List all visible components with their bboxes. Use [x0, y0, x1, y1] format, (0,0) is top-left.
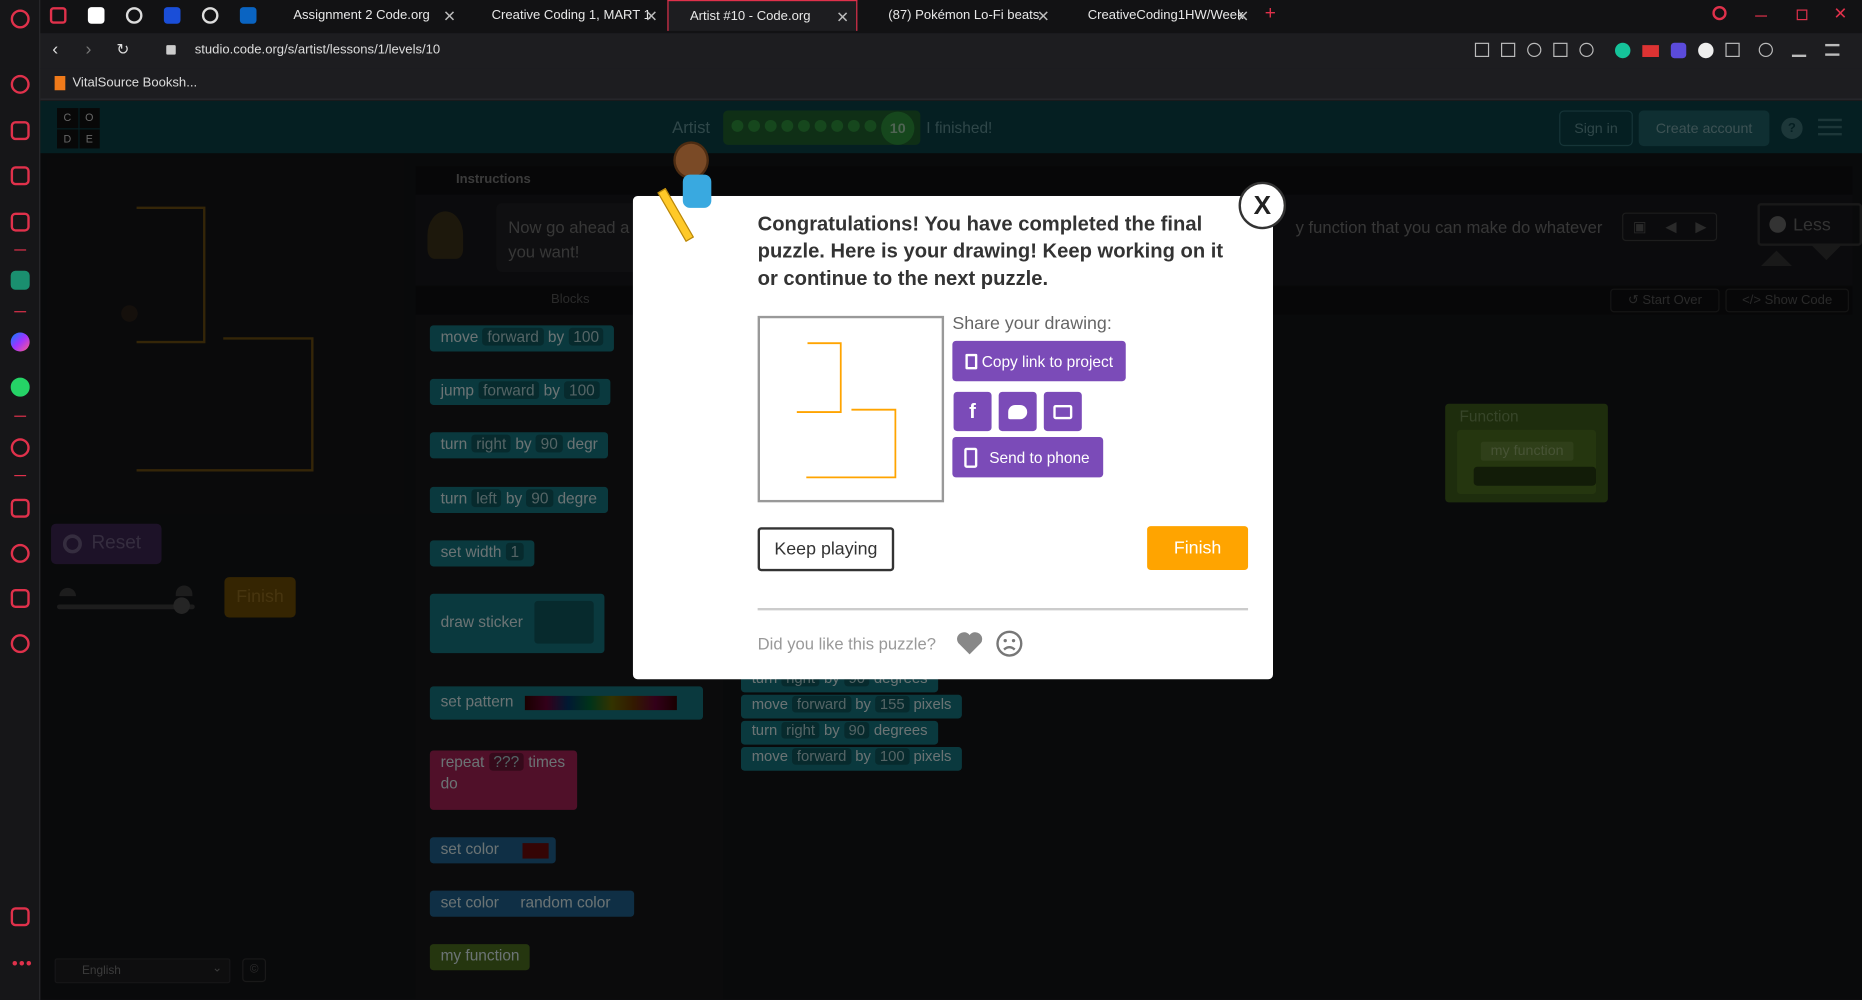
restore-button[interactable]	[1796, 9, 1808, 21]
send-to-phone-button[interactable]: Send to phone	[952, 437, 1104, 478]
print-icon	[1053, 404, 1073, 419]
history-icon[interactable]	[10, 543, 30, 563]
extensions-icon[interactable]	[10, 589, 30, 608]
tab-assignment[interactable]: Assignment 2 Code.org ✕	[273, 0, 463, 31]
extension-red-icon[interactable]	[1642, 45, 1659, 57]
preview-path	[806, 408, 897, 479]
sidebar-separator	[14, 249, 27, 251]
sidebar-separator	[14, 415, 27, 417]
facebook-icon: f	[969, 399, 976, 423]
chatgpt-icon[interactable]	[10, 270, 30, 290]
dialog-divider	[757, 608, 1249, 611]
congratulations-message: Congratulations! You have completed the …	[757, 212, 1224, 290]
url-field[interactable]: studio.code.org/s/artist/lessons/1/level…	[195, 43, 440, 57]
download-icon[interactable]	[1791, 43, 1807, 57]
drawing-thumbnail	[757, 315, 945, 503]
tab-github[interactable]: CreativeCoding1HW/Week ✕	[1066, 0, 1256, 31]
opera-logo-icon[interactable]	[10, 9, 30, 29]
facebook-share-button[interactable]: f	[953, 391, 992, 432]
pin-board-icon[interactable]	[10, 498, 30, 518]
minimize-button[interactable]	[1755, 15, 1767, 17]
extension-purple-icon[interactable]	[1670, 42, 1687, 59]
address-bar: ‹ › ↻ studio.code.org/s/artist/lessons/1…	[40, 33, 1862, 69]
extension-s-icon[interactable]	[1698, 42, 1714, 59]
forward-icon[interactable]: ›	[86, 39, 92, 59]
lock-icon	[166, 45, 176, 55]
close-tab-icon[interactable]: ✕	[836, 8, 849, 27]
player-icon[interactable]	[10, 438, 30, 458]
settings-icon[interactable]	[10, 634, 30, 654]
tab-artist[interactable]: Artist #10 - Code.org ✕	[667, 0, 858, 31]
whatsapp-icon[interactable]	[10, 377, 30, 397]
copy-link-label: Copy link to project	[981, 352, 1114, 370]
outlook-icon[interactable]	[239, 7, 257, 24]
finish-button[interactable]: Finish	[1147, 526, 1249, 570]
dislike-frown-icon[interactable]	[995, 629, 1024, 658]
new-tab-button[interactable]: +	[1265, 4, 1276, 25]
pinned-tab-icon[interactable]	[125, 7, 143, 24]
drawing-preview	[796, 342, 897, 479]
close-window-button[interactable]: ✕	[1834, 4, 1848, 24]
tab-title: (87) Pokémon Lo-Fi beats	[888, 8, 1040, 23]
shopping-icon[interactable]	[10, 121, 30, 141]
tab-pokemon[interactable]: (87) Pokémon Lo-Fi beats ✕	[867, 0, 1057, 31]
send-to-phone-label: Send to phone	[989, 448, 1090, 467]
more-icon[interactable]: •••	[12, 954, 33, 973]
gallery-icon[interactable]	[10, 907, 30, 927]
bookmark-label: VitalSource Booksh...	[72, 76, 198, 91]
close-tab-icon[interactable]: ✕	[443, 7, 456, 26]
twitter-share-button[interactable]	[998, 391, 1037, 432]
tab-title: Artist #10 - Code.org	[689, 8, 811, 24]
close-tab-icon[interactable]: ✕	[1236, 7, 1249, 26]
search-tabs-icon[interactable]	[1712, 5, 1727, 21]
send-icon[interactable]	[1553, 42, 1568, 57]
like-heart-icon[interactable]	[956, 632, 983, 656]
copy-link-button[interactable]: Copy link to project	[952, 340, 1126, 382]
instagram-icon[interactable]	[10, 212, 30, 232]
print-button[interactable]	[1043, 391, 1082, 432]
tab-bar: Assignment 2 Code.org ✕ Creative Coding 1…	[40, 0, 1862, 34]
close-tab-icon[interactable]: ✕	[1037, 7, 1050, 26]
gaming-pinned-icon[interactable]	[49, 7, 67, 24]
phone-icon	[964, 447, 978, 468]
sidebar-separator	[14, 475, 27, 477]
camera-icon[interactable]	[1501, 42, 1516, 57]
artist-mascot-icon	[657, 141, 744, 242]
share-icon[interactable]	[1474, 42, 1490, 57]
menu-icon[interactable]	[1825, 43, 1840, 56]
toolbar-icons	[1474, 42, 1840, 59]
tab-title: Creative Coding 1, MART 1	[491, 8, 651, 23]
messenger-icon[interactable]	[10, 332, 30, 352]
close-tab-icon[interactable]: ✕	[645, 7, 658, 26]
bookmark-vitalsource[interactable]: VitalSource Booksh...	[54, 76, 198, 91]
tab-creative-coding[interactable]: Creative Coding 1, MART 1 ✕	[468, 0, 665, 31]
pinned-tab-icon[interactable]	[163, 7, 181, 24]
twitter-icon	[1008, 404, 1028, 419]
back-icon[interactable]: ‹	[52, 39, 58, 59]
pinned-tab-icon[interactable]	[87, 7, 105, 24]
bookmarks-bar: VitalSource Booksh...	[40, 68, 1862, 100]
pinned-tab-icon[interactable]	[201, 7, 219, 24]
adblock-icon[interactable]	[1527, 42, 1542, 57]
reload-icon[interactable]: ↻	[116, 40, 129, 59]
vitalsource-icon	[54, 76, 66, 91]
sidebar-separator	[14, 311, 27, 313]
grammarly-icon[interactable]	[1615, 42, 1631, 59]
tab-title: Assignment 2 Code.org	[293, 8, 430, 23]
feedback-question: Did you like this puzzle?	[757, 634, 936, 654]
share-label: Share your drawing:	[952, 313, 1112, 334]
speed-dial-icon[interactable]	[10, 74, 30, 94]
close-dialog-button[interactable]: X	[1238, 181, 1287, 230]
keep-playing-button[interactable]: Keep playing	[757, 527, 895, 572]
profile-icon[interactable]	[1758, 42, 1773, 57]
congratulations-dialog: X Congratulations! You have completed th…	[632, 141, 1287, 680]
copy-icon	[965, 353, 977, 369]
twitch-icon[interactable]	[10, 166, 30, 186]
extensions-cube-icon[interactable]	[1725, 42, 1740, 57]
preview-path	[796, 342, 842, 413]
heart-icon[interactable]	[1579, 42, 1594, 57]
browser-sidebar: •••	[0, 0, 41, 1000]
tab-title: CreativeCoding1HW/Week	[1087, 8, 1244, 23]
